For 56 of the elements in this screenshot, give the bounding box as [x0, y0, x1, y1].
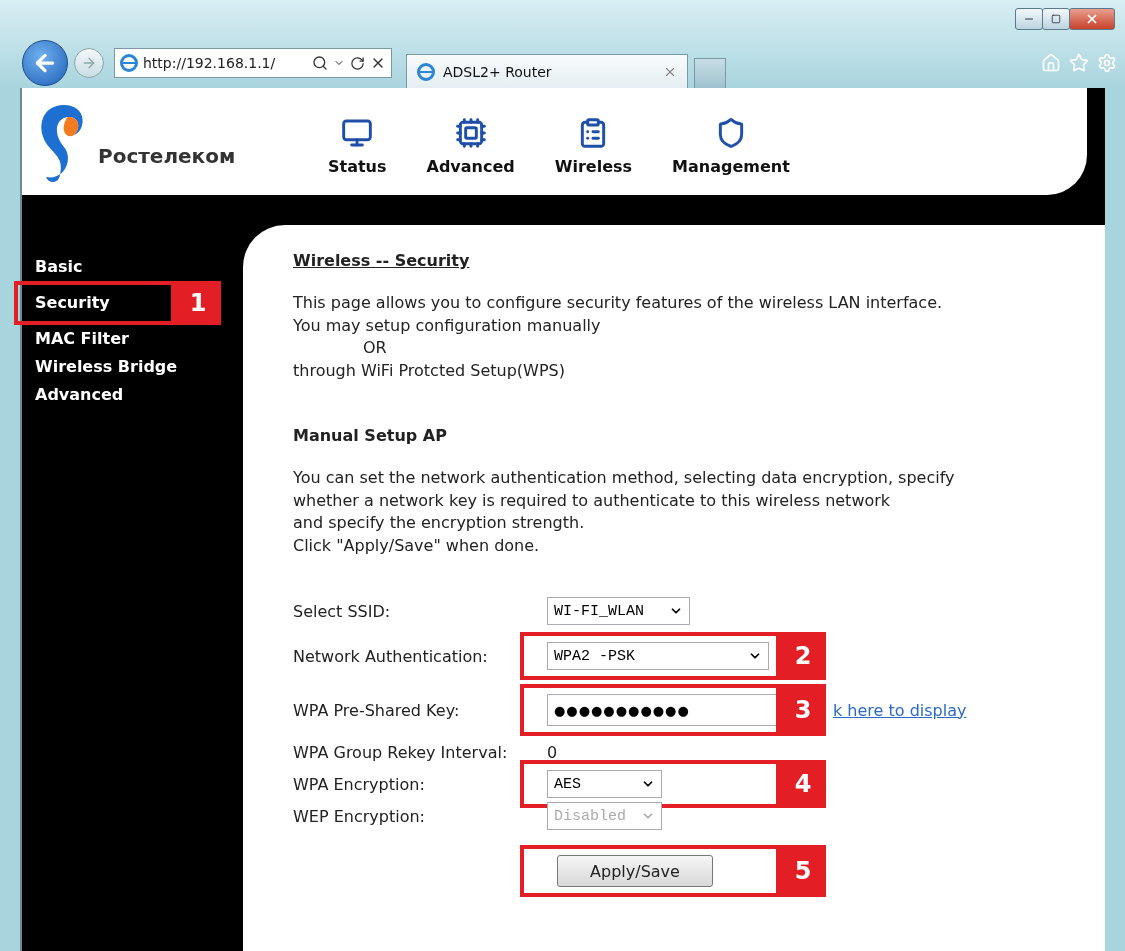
- annotation-number: 2: [780, 632, 826, 680]
- forward-button[interactable]: [74, 48, 104, 78]
- intro-text: You may setup configuration manually: [293, 314, 602, 337]
- maximize-button[interactable]: [1042, 8, 1070, 30]
- close-button[interactable]: [1069, 8, 1115, 30]
- page-title: Wireless -- Security: [293, 251, 471, 270]
- sidebar-item[interactable]: Basic: [35, 253, 83, 281]
- sidebar-item[interactable]: Security: [35, 289, 110, 317]
- nav-tab[interactable]: Advanced: [426, 117, 515, 176]
- refresh-icon[interactable]: [350, 55, 365, 71]
- description-text: and specify the encryption strength.: [293, 512, 586, 534]
- apply-save-button[interactable]: Apply/Save: [557, 855, 713, 887]
- sidebar-item[interactable]: MAC Filter: [35, 325, 129, 353]
- field-label: WPA Pre-Shared Key:: [293, 699, 461, 722]
- maximize-icon: [1051, 14, 1061, 24]
- select-field[interactable]: WPA2 -PSK: [547, 642, 769, 670]
- new-tab-button[interactable]: [694, 58, 726, 88]
- nav-tab[interactable]: Status: [328, 117, 387, 176]
- field-label: WPA Group Rekey Interval:: [293, 741, 509, 764]
- annotation-number: 5: [780, 845, 826, 897]
- annotation-number: 4: [780, 760, 826, 808]
- field-label: Network Authentication:: [293, 645, 489, 668]
- intro-text: through WiFi Protcted Setup(WPS): [293, 359, 566, 382]
- sidebar-item[interactable]: Wireless Bridge: [35, 353, 178, 381]
- brand-name: Ростелеком: [98, 143, 237, 168]
- nav-tab[interactable]: Management: [672, 117, 790, 176]
- close-icon: [1085, 12, 1099, 26]
- star-icon[interactable]: [1069, 53, 1089, 73]
- field-label: WPA Encryption:: [293, 773, 426, 796]
- address-bar[interactable]: http://192.168.1.1/: [114, 48, 392, 78]
- back-button[interactable]: [22, 40, 68, 86]
- intro-text: OR: [362, 337, 388, 359]
- search-icon[interactable]: [312, 55, 328, 71]
- nav-tab[interactable]: Wireless: [554, 117, 633, 176]
- password-field[interactable]: ●●●●●●●●●●●: [547, 694, 777, 726]
- section-title: Manual Setup AP: [293, 426, 448, 445]
- field-label: Select SSID:: [293, 600, 392, 623]
- arrow-right-icon: [81, 55, 97, 71]
- chip-icon: [454, 117, 487, 149]
- field-label: WEP Encryption:: [293, 805, 426, 828]
- intro-text: This page allows you to configure security features of the wireless LAN interface.: [293, 292, 944, 314]
- tab-title: ADSL2+ Router: [443, 63, 552, 80]
- sidebar-item[interactable]: Advanced: [35, 381, 124, 409]
- interval-value: 0: [547, 742, 558, 762]
- minimize-button[interactable]: [1015, 8, 1043, 30]
- annotation-number: 3: [780, 684, 826, 736]
- monitor-icon: [341, 117, 374, 149]
- display-key-link[interactable]: k here to display: [833, 700, 967, 720]
- browser-logo-icon: [417, 62, 435, 81]
- description-text: Click "Apply/Save" when done.: [293, 534, 541, 557]
- select-field[interactable]: AES: [547, 770, 662, 798]
- url-text: http://192.168.1.1/: [143, 55, 276, 71]
- annotation-number: 1: [175, 281, 221, 325]
- browser-tab[interactable]: ADSL2+ Router: [406, 54, 688, 88]
- browser-logo-icon: [120, 54, 138, 72]
- select-field[interactable]: WI-FI_WLAN: [547, 597, 690, 625]
